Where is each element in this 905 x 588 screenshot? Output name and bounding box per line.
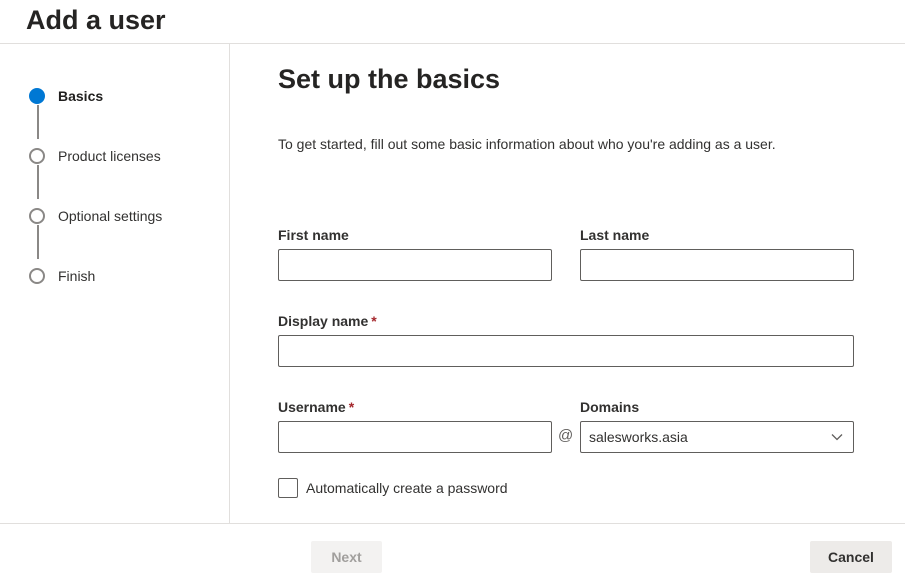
required-marker: * — [371, 313, 377, 329]
cancel-button[interactable]: Cancel — [810, 541, 892, 573]
page-title: Add a user — [26, 5, 166, 35]
last-name-label: Last name — [580, 227, 650, 243]
step-current-indicator — [29, 88, 45, 104]
display-name-input[interactable] — [278, 335, 854, 367]
intro-text: To get started, fill out some basic info… — [278, 136, 776, 152]
first-name-label: First name — [278, 227, 349, 243]
step-indicator — [29, 148, 45, 164]
username-input[interactable] — [278, 421, 552, 453]
step-indicator — [29, 208, 45, 224]
step-finish[interactable]: Finish — [29, 266, 95, 286]
step-label: Finish — [58, 268, 96, 284]
next-button[interactable]: Next — [311, 541, 382, 573]
last-name-input[interactable] — [580, 249, 854, 281]
chevron-down-icon — [831, 428, 843, 446]
display-name-label-row: Display name * — [278, 313, 377, 329]
step-label: Basics — [58, 88, 104, 104]
required-marker: * — [348, 399, 355, 415]
username-label: Username — [278, 399, 346, 415]
step-label: Product licenses — [58, 148, 161, 164]
domains-selected-value: salesworks.asia — [589, 429, 688, 445]
step-optional-settings[interactable]: Optional settings — [29, 206, 162, 226]
auto-password-label: Automatically create a password — [306, 480, 508, 496]
footer-divider — [0, 523, 905, 524]
step-connector — [37, 105, 39, 139]
display-name-label: Display name — [278, 313, 369, 329]
section-title: Set up the basics — [278, 64, 501, 94]
step-product-licenses[interactable]: Product licenses — [29, 146, 161, 166]
at-sign: @ — [558, 427, 574, 444]
domains-label: Domains — [580, 399, 640, 415]
first-name-input[interactable] — [278, 249, 552, 281]
domains-dropdown[interactable]: salesworks.asia — [580, 421, 854, 453]
step-label: Optional settings — [58, 208, 163, 224]
step-indicator — [29, 268, 45, 284]
step-connector — [37, 165, 39, 199]
auto-password-checkbox[interactable] — [278, 478, 298, 498]
step-connector — [37, 225, 39, 259]
auto-password-option[interactable]: Automatically create a password — [278, 478, 508, 498]
step-basics[interactable]: Basics — [29, 86, 103, 106]
username-label-row: Username * — [278, 399, 354, 415]
